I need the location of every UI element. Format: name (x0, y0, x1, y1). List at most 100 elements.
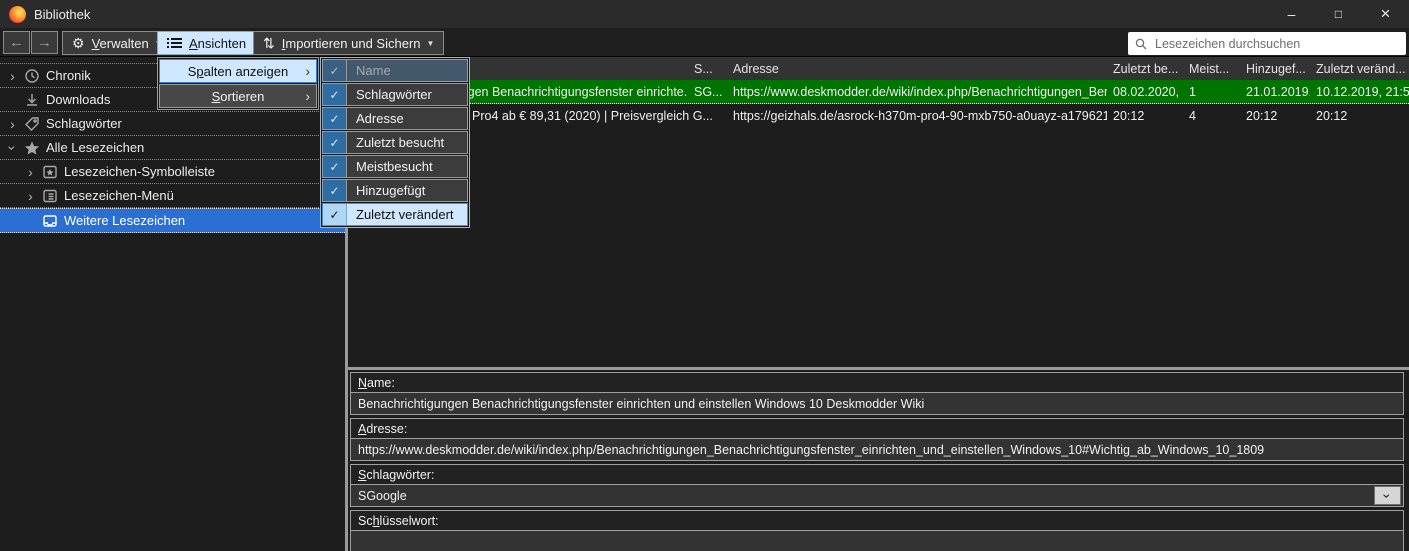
sidebar-item-label: Schlagwörter (46, 116, 122, 131)
close-icon: × (1381, 4, 1391, 24)
cell-tags: SG... (688, 85, 727, 99)
detail-group-schlagwoerter: Schlagwörter: SGoogle › (350, 464, 1404, 507)
chevron-down-icon: › (1380, 493, 1394, 498)
submenu-item-zuletzt-besucht[interactable]: ✓ Zuletzt besucht (322, 131, 468, 154)
submenu-item-zuletzt-veraendert[interactable]: ✓ Zuletzt verändert (322, 203, 468, 226)
maximize-button[interactable]: □ (1315, 0, 1362, 28)
chevron-right-icon[interactable]: › (23, 189, 38, 203)
sidebar-item-label: Alle Lesezeichen (46, 140, 144, 155)
sidebar-item-label: Lesezeichen-Menü (64, 188, 174, 203)
chevron-right-icon[interactable]: › (5, 69, 20, 83)
column-header-most-visited[interactable]: Meist... (1183, 62, 1240, 76)
back-button[interactable]: ← (3, 31, 30, 54)
spalten-submenu: ✓ Name ✓ Schlagwörter ✓ Adresse ✓ Zuletz… (320, 57, 470, 228)
star-icon (23, 140, 41, 156)
sidebar-item-label: Chronik (46, 68, 91, 83)
column-header-last-modified[interactable]: Zuletzt veränd... (1310, 62, 1409, 76)
schlagwoerter-field[interactable]: SGoogle › (351, 485, 1403, 506)
submenu-item-hinzugefuegt[interactable]: ✓ Hinzugefügt (322, 179, 468, 202)
schluesselwort-field[interactable] (351, 531, 1403, 551)
importieren-button[interactable]: ⇅ Importieren und Sichern ▼ (253, 31, 444, 55)
back-icon: ← (9, 35, 24, 50)
checkbox-checked-icon: ✓ (323, 132, 347, 153)
sidebar-item-alle-lesezeichen[interactable]: › Alle Lesezeichen (0, 136, 345, 160)
column-header-last-visited[interactable]: Zuletzt be... (1107, 62, 1183, 76)
ansichten-label: Ansichten (189, 36, 246, 51)
schluesselwort-label: Schlüsselwort: (351, 511, 1403, 531)
cell-most-visited: 4 (1183, 109, 1240, 123)
sidebar-item-symbolleiste[interactable]: › Lesezeichen-Symbolleiste (0, 160, 345, 184)
verwalten-label: Verwalten (92, 36, 149, 51)
menu-item-sortieren[interactable]: Sortieren › (159, 84, 317, 108)
chevron-right-icon[interactable]: › (5, 117, 20, 131)
views-list-icon (167, 38, 182, 49)
checkbox-checked-icon: ✓ (323, 156, 347, 177)
search-icon (1135, 38, 1147, 50)
schlagwoerter-label: Schlagwörter: (351, 465, 1403, 485)
minimize-icon: – (1288, 6, 1296, 22)
name-label: Name: (351, 373, 1403, 393)
search-input[interactable] (1153, 36, 1399, 52)
checkbox-checked-icon: ✓ (323, 204, 347, 225)
column-header-adresse[interactable]: Adresse (727, 62, 1107, 76)
cell-last-modified: 10.12.2019, 21:50 (1310, 85, 1409, 99)
sidebar-item-label: Downloads (46, 92, 110, 107)
sidebar-item-label: Lesezeichen-Symbolleiste (64, 164, 215, 179)
forward-icon: → (37, 35, 52, 50)
sidebar-item-menu[interactable]: › Lesezeichen-Menü (0, 184, 345, 208)
cell-last-visited: 20:12 (1107, 109, 1183, 123)
submenu-item-meistbesucht[interactable]: ✓ Meistbesucht (322, 155, 468, 178)
forward-button[interactable]: → (31, 31, 58, 54)
detail-group-name: Name: Benachrichtigungen Benachrichtigun… (350, 372, 1404, 415)
submenu-arrow-icon: › (305, 89, 310, 103)
sidebar-item-schlagwoerter[interactable]: › Schlagwörter (0, 112, 345, 136)
importieren-label: Importieren und Sichern (282, 36, 421, 51)
bookmarks-menu-icon (41, 188, 59, 204)
submenu-arrow-icon: › (305, 64, 310, 78)
firefox-logo-icon (9, 6, 26, 23)
tag-icon (23, 116, 41, 132)
submenu-item-adresse[interactable]: ✓ Adresse (322, 107, 468, 130)
dropdown-caret-icon: ▼ (427, 39, 435, 48)
checkbox-checked-icon: ✓ (323, 84, 347, 105)
maximize-icon: □ (1335, 7, 1342, 21)
bookmark-detail-pane: Name: Benachrichtigungen Benachrichtigun… (348, 370, 1409, 551)
verwalten-button[interactable]: ⚙ Verwalten ▼ (62, 31, 173, 55)
sidebar-item-weitere-lesezeichen[interactable]: Weitere Lesezeichen (0, 208, 345, 233)
sidebar-item-label: Weitere Lesezeichen (64, 213, 185, 228)
column-header-added[interactable]: Hinzugef... (1240, 62, 1310, 76)
column-header-tags[interactable]: S... (688, 62, 727, 76)
checkbox-checked-icon: ✓ (323, 60, 347, 81)
chevron-down-icon[interactable]: › (6, 140, 20, 155)
library-window: Bibliothek – □ × ← → ⚙ Verwalten ▼ Ansic… (0, 0, 1409, 551)
detail-group-adresse: Adresse: https://www.deskmodder.de/wiki/… (350, 418, 1404, 461)
cell-added: 20:12 (1240, 109, 1310, 123)
toolbar: ← → ⚙ Verwalten ▼ Ansichten ▼ ⇅ Importie… (0, 28, 1409, 57)
cell-most-visited: 1 (1183, 85, 1240, 99)
name-field[interactable]: Benachrichtigungen Benachrichtigungsfens… (351, 393, 1403, 414)
tags-dropdown-button[interactable]: › (1374, 486, 1401, 505)
clock-icon (23, 68, 41, 84)
cell-last-visited: 08.02.2020, ... (1107, 85, 1183, 99)
bookmarks-list: Name S... Adresse Zuletzt be... Meist...… (348, 57, 1409, 367)
cell-added: 21.01.2019... (1240, 85, 1310, 99)
titlebar: Bibliothek – □ × (0, 0, 1409, 28)
cell-adresse: https://geizhals.de/asrock-h370m-pro4-90… (727, 109, 1107, 123)
column-header-row: Name S... Adresse Zuletzt be... Meist...… (348, 57, 1409, 80)
checkbox-checked-icon: ✓ (323, 108, 347, 129)
submenu-item-schlagwoerter[interactable]: ✓ Schlagwörter (322, 83, 468, 106)
bookmarks-toolbar-icon (41, 164, 59, 180)
table-row[interactable]: Pro4 ab € 89,31 (2020) | Preisvergleich … (348, 104, 1409, 128)
detail-group-schluesselwort: Schlüsselwort: (350, 510, 1404, 551)
minimize-button[interactable]: – (1268, 0, 1315, 28)
table-row[interactable]: Benachrichtigungen Benachrichtigungsfens… (348, 80, 1409, 104)
adresse-label: Adresse: (351, 419, 1403, 439)
download-icon (23, 92, 41, 108)
close-button[interactable]: × (1362, 0, 1409, 28)
chevron-right-icon[interactable]: › (23, 165, 38, 179)
checkbox-checked-icon: ✓ (323, 180, 347, 201)
adresse-field[interactable]: https://www.deskmodder.de/wiki/index.php… (351, 439, 1403, 460)
sidebar: › Chronik Downloads › Schlagwörter › (0, 57, 345, 551)
window-title: Bibliothek (34, 7, 90, 22)
menu-item-spalten-anzeigen[interactable]: Spalten anzeigen › (159, 59, 317, 83)
